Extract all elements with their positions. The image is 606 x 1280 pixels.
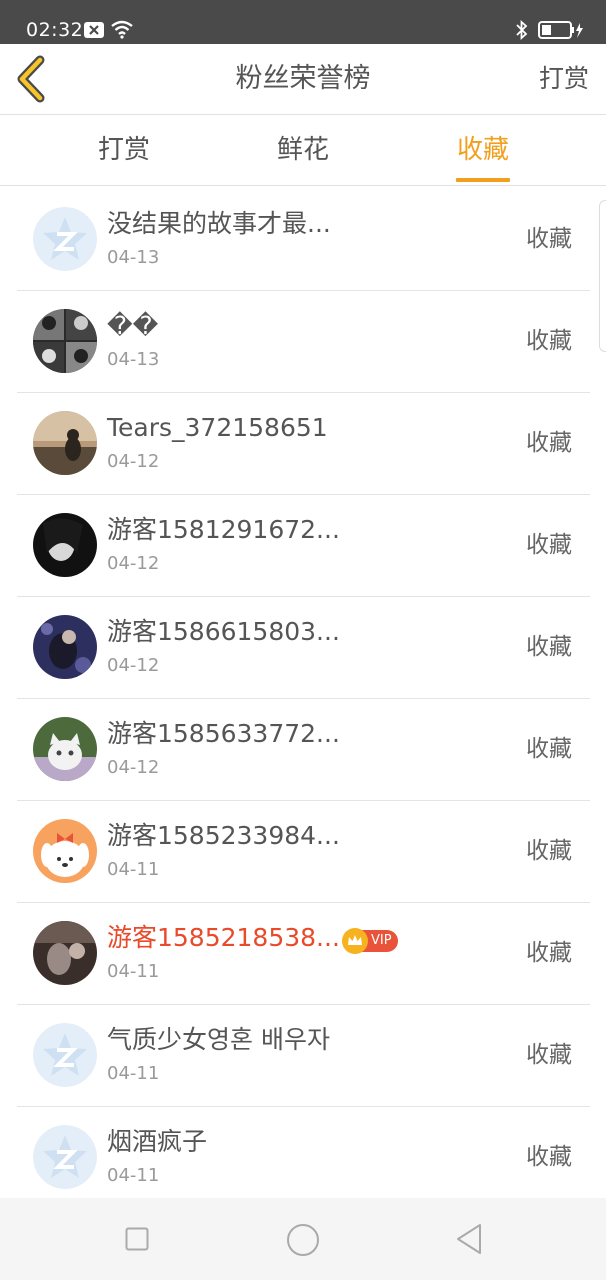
action-label: 收藏 — [526, 532, 572, 558]
list-item[interactable]: 游客1586615803... 04-12 收藏 — [17, 596, 590, 699]
back-chevron-icon[interactable] — [12, 52, 56, 104]
username: 游客1585218538... — [107, 923, 340, 952]
status-bar: 02:32 — [0, 0, 606, 44]
action-label: 收藏 — [526, 940, 572, 966]
fan-list[interactable]: 没结果的故事才最... 04-13 收藏 �� 04-13 收藏 Tears_3… — [0, 188, 606, 1198]
username: 没结果的故事才最... — [107, 209, 331, 238]
status-time: 02:32 — [26, 19, 84, 41]
notification-x-icon — [84, 22, 104, 38]
cartoon-dog-avatar — [33, 819, 97, 883]
tab-active-underline — [456, 178, 510, 182]
default-avatar — [33, 1125, 97, 1189]
action-label: 收藏 — [526, 1042, 572, 1068]
default-avatar — [33, 1023, 97, 1087]
tab-bar: 打赏 鲜花 收藏 — [0, 115, 606, 186]
list-item[interactable]: 游客1585233984... 04-11 收藏 — [17, 800, 590, 903]
date: 04-11 — [107, 1063, 160, 1084]
list-item[interactable]: Tears_372158651 04-12 收藏 — [17, 392, 590, 495]
default-avatar — [33, 207, 97, 271]
date: 04-13 — [107, 247, 160, 268]
home-icon[interactable] — [286, 1223, 320, 1257]
username: �� — [107, 311, 159, 340]
action-label: 收藏 — [526, 736, 572, 762]
tab-favorites[interactable]: 收藏 — [423, 115, 543, 185]
action-label: 收藏 — [526, 634, 572, 660]
date: 04-12 — [107, 655, 160, 676]
username: 气质少女영혼 배우자 — [107, 1025, 330, 1054]
action-label: 收藏 — [526, 838, 572, 864]
vip-badge: VIP — [342, 928, 398, 954]
action-label: 收藏 — [526, 328, 572, 354]
couple-night-avatar — [33, 615, 97, 679]
list-item[interactable]: �� 04-13 收藏 — [17, 290, 590, 393]
date: 04-11 — [107, 961, 160, 982]
page-title: 粉丝荣誉榜 — [235, 63, 371, 94]
username: 游客1586615803... — [107, 617, 340, 646]
system-nav-bar — [0, 1198, 606, 1280]
header: 粉丝荣誉榜 打赏 — [0, 44, 606, 115]
date: 04-13 — [107, 349, 160, 370]
dark-photo-avatar — [33, 921, 97, 985]
tab-reward[interactable]: 打赏 — [64, 115, 184, 185]
back-triangle-icon[interactable] — [454, 1222, 484, 1256]
username: Tears_372158651 — [107, 413, 328, 442]
recent-apps-icon[interactable] — [125, 1227, 149, 1251]
crown-icon — [342, 928, 368, 954]
list-item[interactable]: 没结果的故事才最... 04-13 收藏 — [17, 188, 590, 291]
wifi-icon — [111, 20, 133, 39]
dark-portrait-avatar — [33, 513, 97, 577]
username: 游客1585233984... — [107, 821, 340, 850]
date: 04-12 — [107, 553, 160, 574]
username: 游客1585633772... — [107, 719, 340, 748]
sunset-silhouette-avatar — [33, 411, 97, 475]
photo-grid-avatar — [33, 309, 97, 373]
list-item[interactable]: 烟酒疯子 04-11 收藏 — [17, 1106, 590, 1198]
action-label: 收藏 — [526, 226, 572, 252]
date: 04-11 — [107, 859, 160, 880]
action-label: 收藏 — [526, 430, 572, 456]
white-cat-avatar — [33, 717, 97, 781]
username: 游客1581291672... — [107, 515, 340, 544]
action-label: 收藏 — [526, 1144, 572, 1170]
date: 04-11 — [107, 1165, 160, 1186]
list-item[interactable]: 游客1581291672... 04-12 收藏 — [17, 494, 590, 597]
battery-charging-icon — [538, 21, 583, 39]
date: 04-12 — [107, 757, 160, 778]
scrollbar[interactable] — [599, 200, 606, 352]
tab-flowers[interactable]: 鲜花 — [243, 115, 363, 185]
list-item[interactable]: 游客1585633772... 04-12 收藏 — [17, 698, 590, 801]
list-item[interactable]: 气质少女영혼 배우자 04-11 收藏 — [17, 1004, 590, 1107]
bluetooth-icon — [516, 19, 528, 41]
list-item[interactable]: 游客1585218538... VIP 04-11 收藏 — [17, 902, 590, 1005]
username: 烟酒疯子 — [107, 1127, 208, 1156]
reward-button[interactable]: 打赏 — [539, 44, 589, 114]
date: 04-12 — [107, 451, 160, 472]
vip-label: VIP — [371, 933, 392, 948]
tab-favorites-label: 收藏 — [456, 135, 509, 165]
